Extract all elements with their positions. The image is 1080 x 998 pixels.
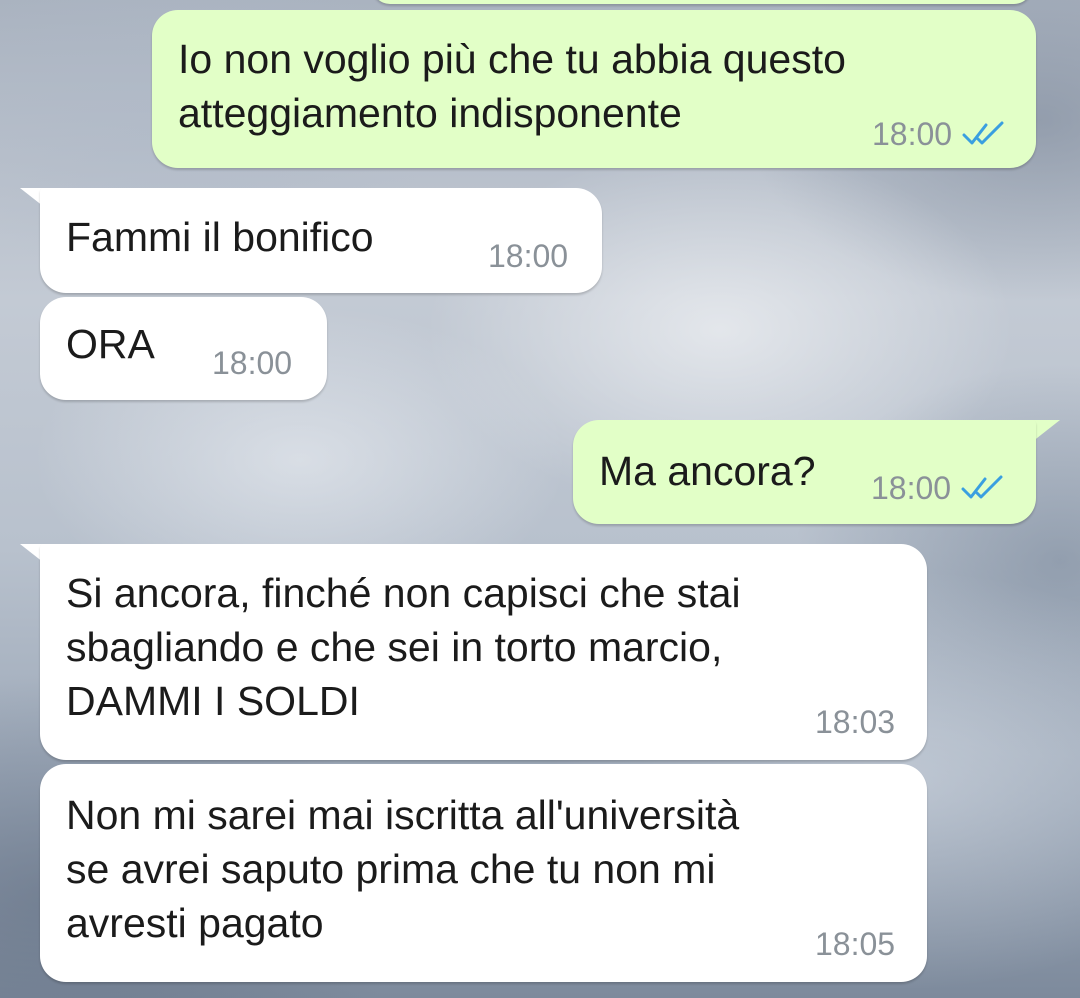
message-bubble-outgoing[interactable]: Io non voglio più che tu abbia questo at…	[152, 10, 1036, 168]
message-time: 18:00	[212, 345, 293, 381]
message-bubble-incoming[interactable]: Fammi il bonifico 18:00	[40, 188, 602, 293]
message-time: 18:00	[871, 470, 952, 506]
double-check-icon	[962, 121, 1004, 145]
message-bubble-incoming[interactable]: Non mi sarei mai iscritta all'università…	[40, 764, 927, 982]
chat-conversation: Io non voglio più che tu abbia questo at…	[0, 0, 1080, 998]
message-bubble-outgoing[interactable]: Ma ancora? 18:00	[573, 420, 1036, 524]
double-check-icon	[961, 475, 1003, 499]
message-meta: 18:00	[872, 118, 1006, 150]
message-meta: 18:00	[212, 347, 292, 379]
previous-message-edge	[372, 0, 1032, 4]
message-text: Si ancora, finché non capisci che stai s…	[66, 570, 741, 724]
message-text: Non mi sarei mai iscritta all'università…	[66, 792, 740, 946]
message-bubble-incoming[interactable]: Si ancora, finché non capisci che stai s…	[40, 544, 927, 760]
message-text: ORA	[66, 321, 155, 367]
message-time: 18:00	[872, 116, 953, 152]
message-meta: 18:05	[815, 928, 895, 960]
message-bubble-incoming[interactable]: ORA 18:00	[40, 297, 327, 400]
message-time: 18:00	[488, 238, 569, 274]
bubble-tail	[1032, 420, 1060, 442]
message-meta: 18:03	[815, 706, 895, 738]
message-text: Ma ancora?	[599, 448, 816, 494]
message-text: Io non voglio più che tu abbia questo at…	[178, 36, 846, 136]
message-meta: 18:00	[488, 240, 568, 272]
message-time: 18:05	[815, 926, 896, 962]
message-text: Fammi il bonifico	[66, 214, 374, 260]
message-meta: 18:00	[871, 472, 1005, 504]
message-time: 18:03	[815, 704, 896, 740]
